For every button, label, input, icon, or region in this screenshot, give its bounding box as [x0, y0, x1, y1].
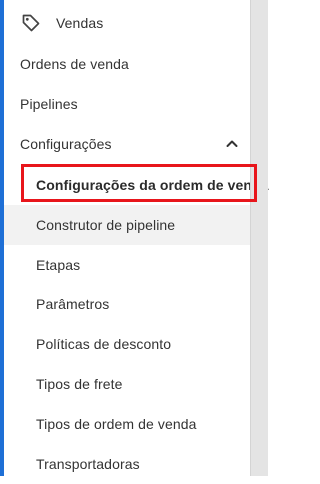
sidebar-subitem-transportadoras[interactable]: Transportadoras [4, 444, 250, 484]
sidebar-item-label: Parâmetros [36, 296, 110, 312]
sidebar-item-label: Tipos de ordem de venda [36, 416, 197, 432]
sidebar-item-label: Etapas [36, 257, 81, 273]
sidebar-subitem-tipos-ordem-venda[interactable]: Tipos de ordem de venda [4, 404, 250, 444]
scrollbar-track[interactable] [250, 0, 268, 476]
chevron-up-icon[interactable] [224, 136, 240, 152]
sidebar-item-label: Pipelines [20, 96, 78, 112]
sidebar-subitem-tipos-frete[interactable]: Tipos de frete [4, 364, 250, 404]
sidebar-item-label: Ordens de venda [20, 56, 129, 72]
sidebar-item-label: Configurações [20, 136, 112, 152]
sidebar-item-label: Construtor de pipeline [36, 217, 176, 233]
sidebar-item-ordens-de-venda[interactable]: Ordens de venda [4, 44, 250, 84]
sidebar-subitem-configuracoes-ordem-venda[interactable]: Configurações da ordem de venda [4, 165, 269, 205]
sidebar-subitem-etapas[interactable]: Etapas [4, 245, 250, 285]
sidebar-subitem-politicas-desconto[interactable]: Políticas de desconto [4, 324, 250, 364]
sidebar-item-pipelines[interactable]: Pipelines [4, 84, 250, 124]
tag-icon [20, 12, 42, 34]
sidebar-subitem-construtor-pipeline[interactable]: Construtor de pipeline [4, 205, 250, 245]
sidebar-item-label: Transportadoras [36, 456, 140, 472]
sidebar-item-configuracoes[interactable]: Configurações [4, 124, 250, 164]
sidebar-nav: Vendas Ordens de venda Pipelines Configu… [0, 0, 269, 476]
sidebar-item-label: Políticas de desconto [36, 336, 172, 352]
sidebar-section-vendas[interactable]: Vendas [4, 3, 250, 43]
sidebar-item-label: Configurações da ordem de venda [36, 177, 269, 193]
sidebar-section-label: Vendas [56, 15, 104, 31]
sidebar-item-label: Tipos de frete [36, 376, 123, 392]
sidebar-subitem-parametros[interactable]: Parâmetros [4, 284, 250, 324]
